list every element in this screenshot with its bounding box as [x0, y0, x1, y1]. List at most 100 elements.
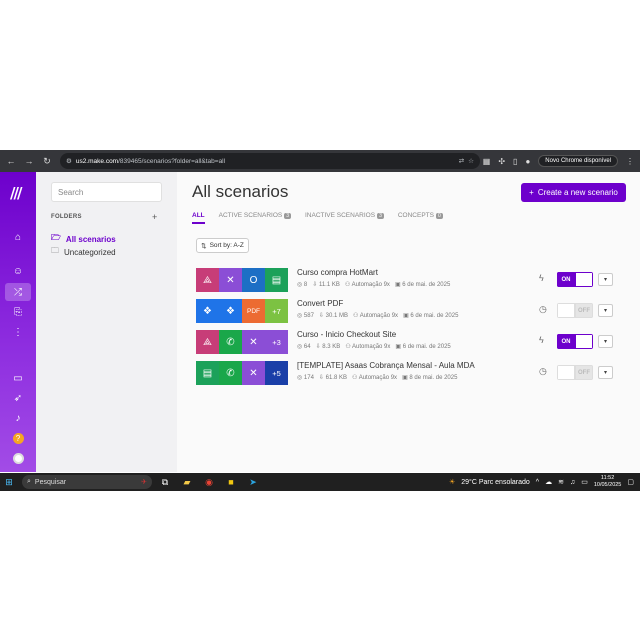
help-icon[interactable]: ?	[0, 429, 36, 447]
make-logo[interactable]: ///	[10, 184, 23, 202]
bookmark-star-icon[interactable]: ☆	[468, 157, 474, 165]
battery-icon[interactable]: ▭	[581, 478, 588, 486]
address-bar[interactable]: ⚙ us2.make.com/839465/scenarios?folder=a…	[60, 153, 480, 169]
file-explorer-icon[interactable]: ▰	[178, 477, 196, 488]
telegram-icon[interactable]: ➤	[244, 477, 262, 488]
extension-icon[interactable]: ▦	[483, 157, 491, 166]
scenario-options-dropdown[interactable]: ▾	[598, 366, 613, 379]
browser-toolbar: ← → ↻ ⚙ us2.make.com/839465/scenarios?fo…	[0, 150, 640, 172]
team-icon: ⚇	[344, 282, 352, 288]
clock[interactable]: 11:52 10/05/2025	[594, 475, 622, 489]
add-folder-icon[interactable]: +	[152, 212, 157, 222]
toggle-knob	[575, 272, 593, 287]
sticky-notes-icon[interactable]: ■	[222, 477, 240, 487]
windows-start-icon[interactable]: ⊞	[0, 477, 18, 488]
tab-concepts[interactable]: CONCEPTS 0	[398, 212, 443, 224]
profile-avatar[interactable]: ●	[525, 157, 530, 166]
dropbox-icon: ❖	[196, 299, 219, 323]
schedule-clock-icon[interactable]: ◷	[539, 304, 547, 315]
tab-label: CONCEPTS	[397, 212, 434, 219]
wifi-icon[interactable]: ≋	[558, 478, 564, 486]
data-size-icon: ⇩	[312, 282, 319, 288]
size-meta: ⇩ 61.8 KB	[319, 374, 347, 381]
create-scenario-button[interactable]: + Create a new scenario	[521, 183, 626, 202]
scenario-row[interactable]: ▤ ✆ ✕ +5 [TEMPLATE] Asaas Cobrança Mensal - …	[196, 361, 625, 385]
folder-all-scenarios[interactable]: 🗁 All scenarios	[51, 232, 116, 246]
data-size-icon: ⇩	[318, 313, 326, 319]
scenario-options-dropdown[interactable]: ▾	[598, 304, 613, 317]
scenario-name[interactable]: Curso compra HotMart	[297, 268, 378, 277]
sidepanel-icon[interactable]: ▯	[513, 157, 517, 166]
scenario-toggle[interactable]: OFF	[557, 365, 593, 380]
instant-trigger-icon[interactable]: ϟ	[539, 273, 544, 283]
task-view-icon[interactable]: ⧉	[156, 477, 174, 488]
chrome-update-badge[interactable]: Novo Chrome disponível	[538, 155, 618, 167]
weather-text[interactable]: 29°C Parc ensolarado	[461, 479, 530, 486]
scenario-options-dropdown[interactable]: ▾	[598, 335, 613, 348]
scenario-name[interactable]: Convert PDF	[297, 299, 343, 308]
scenario-meta: ◎ 8 ⇩ 11.1 KB ⚇ Automação 9x ▣ 6 de mai. de…	[297, 281, 450, 288]
search-input[interactable]: Search	[51, 182, 162, 202]
forward-icon[interactable]: →	[22, 156, 36, 166]
docs-icon[interactable]: ▭	[0, 369, 36, 387]
tab-count: 3	[284, 212, 291, 219]
whatsapp-icon: ✆	[219, 361, 242, 385]
data-size-icon: ⇩	[318, 375, 326, 381]
folder-uncategorized[interactable]: 🗀 Uncategorized	[51, 245, 116, 259]
tools-icon: ✕	[242, 330, 265, 354]
toggle-knob	[575, 334, 593, 349]
sort-button[interactable]: ⇅ Sort by: A-Z	[196, 238, 249, 253]
scenario-name[interactable]: [TEMPLATE] Asaas Cobrança Mensal - Aula …	[297, 361, 475, 370]
date-meta: ▣ 6 de mai. de 2025	[395, 281, 450, 288]
tab-all[interactable]: ALL	[192, 212, 205, 224]
scenario-name[interactable]: Curso - Inicio Checkout Site	[297, 330, 396, 339]
whatsapp-icon: ✆	[219, 330, 242, 354]
tab-count: 0	[435, 212, 443, 219]
scenario-row[interactable]: ⟁ ✆ ✕ +3 Curso - Inicio Checkout Site ◎ 64 ⇩ 8…	[196, 330, 625, 354]
templates-icon[interactable]: ⎘	[0, 303, 36, 321]
size-value: 8.3 KB	[322, 344, 341, 350]
tab-inactive[interactable]: INACTIVE SCENARIOS 3	[305, 212, 384, 224]
instant-trigger-icon[interactable]: ϟ	[539, 335, 544, 345]
tab-active[interactable]: ACTIVE SCENARIOS 3	[219, 212, 291, 224]
rocket-icon[interactable]: ➶	[0, 389, 36, 407]
ops-meta: ◎ 174	[297, 374, 314, 381]
scenario-toggle[interactable]: ON	[557, 272, 593, 287]
create-scenario-label: Create a new scenario	[537, 188, 618, 197]
user-avatar[interactable]	[0, 449, 36, 467]
tray-chevron-icon[interactable]: ^	[536, 479, 539, 486]
back-icon[interactable]: ←	[4, 156, 18, 166]
operations-icon: ◎	[297, 344, 304, 350]
scenario-row[interactable]: ❖ ❖ PDF +7 Convert PDF ◎ 587 ⇩ 30.1 MB ⚇ Automa…	[196, 299, 625, 323]
url-host: us2.make.com	[75, 157, 119, 165]
site-info-icon[interactable]: ⚙	[66, 157, 72, 165]
team-icon[interactable]: ☺	[0, 262, 36, 280]
scenario-toggle[interactable]: ON	[557, 334, 593, 349]
volume-icon[interactable]: ♫	[570, 479, 575, 486]
scenario-toggle[interactable]: OFF	[557, 303, 593, 318]
ops-value: 174	[303, 375, 314, 381]
chrome-icon[interactable]: ◉	[200, 477, 218, 488]
puzzle-icon[interactable]: ✣	[498, 157, 505, 166]
team-value: Automação 9x	[352, 344, 391, 350]
ops-meta: ◎ 587	[297, 312, 314, 319]
bell-icon[interactable]: ♪	[0, 409, 36, 427]
date-value: 6 de mai. de 2025	[402, 344, 451, 350]
schedule-clock-icon[interactable]: ◷	[539, 366, 547, 377]
scenario-options-dropdown[interactable]: ▾	[598, 273, 613, 286]
app-rail: /// ⌂ ☺ ⤮ ⎘ ⋮ ▭ ➶ ♪ ?	[0, 172, 36, 472]
scenarios-icon[interactable]: ⤮	[5, 283, 31, 301]
cloud-icon[interactable]: ☁	[545, 478, 552, 486]
notification-icon[interactable]: ▢	[627, 478, 634, 486]
scenario-row[interactable]: ⟁ ✕ O ▤ Curso compra HotMart ◎ 8 ⇩ 11.1 KB ⚇ Au…	[196, 268, 625, 292]
reload-icon[interactable]: ↻	[40, 156, 54, 167]
tab-label: ALL	[192, 212, 205, 219]
scenario-app-icons: ⟁ ✆ ✕ +3	[196, 330, 288, 354]
operations-icon: ◎	[297, 282, 304, 288]
taskbar-search[interactable]: ⌕ Pesquisar ✈	[22, 475, 152, 489]
translate-icon[interactable]: ⇄	[459, 157, 464, 165]
more-icon[interactable]: ⋮	[0, 323, 36, 341]
chrome-menu-icon[interactable]: ⋮	[626, 157, 634, 166]
home-icon[interactable]: ⌂	[0, 228, 36, 246]
date-meta: ▣ 6 de mai. de 2025	[395, 343, 450, 350]
